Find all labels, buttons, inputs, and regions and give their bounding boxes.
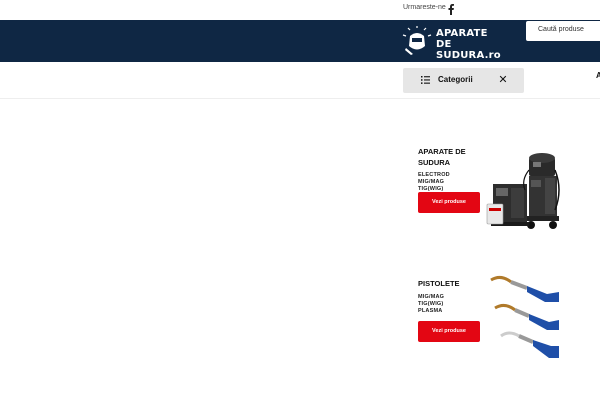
- card-subtitle-3: PLASMA: [418, 308, 443, 314]
- follow-us-label: Urmareste-ne: [403, 4, 446, 11]
- nav-bar: Categorii ✕ A: [0, 62, 600, 99]
- card-subtitle-1: ELECTROD: [418, 172, 450, 178]
- top-bar: Urmareste-ne: [0, 0, 600, 20]
- close-icon[interactable]: ✕: [497, 74, 509, 86]
- categories-label: Categorii: [438, 75, 473, 84]
- welding-torch-image[interactable]: [487, 272, 561, 367]
- logo-text-line-2: DE SUDURA.ro: [436, 39, 501, 61]
- search-input[interactable]: Caută produse: [526, 21, 600, 41]
- facebook-icon[interactable]: [447, 3, 455, 15]
- card-subtitle-2: TIG(WIG): [418, 301, 444, 307]
- view-products-button[interactable]: Vezi produse: [418, 321, 480, 342]
- card-title-line-1: PISTOLETE: [418, 279, 460, 288]
- nav-item-partial[interactable]: A: [596, 71, 600, 80]
- view-products-button[interactable]: Vezi produse: [418, 192, 480, 213]
- list-icon: [421, 76, 430, 84]
- welder-mask-icon: [402, 26, 432, 55]
- categories-button[interactable]: Categorii ✕: [403, 68, 524, 93]
- logo-text-line-1: APARATE: [436, 28, 488, 39]
- category-card-welding-machines: APARATE DE SUDURA ELECTROD MIG/MAG TIG(W…: [405, 140, 565, 250]
- site-header: APARATE DE SUDURA.ro Caută produse: [0, 20, 600, 62]
- card-subtitle-1: MIG/MAG: [418, 294, 445, 300]
- card-title-line-2: SUDURA: [418, 158, 451, 167]
- welding-machine-image[interactable]: [485, 150, 563, 232]
- card-subtitle-2: MIG/MAG: [418, 179, 445, 185]
- site-logo[interactable]: APARATE DE SUDURA.ro: [402, 26, 514, 61]
- category-card-torches: PISTOLETE MIG/MAG TIG(WIG) PLASMA Vezi p…: [405, 272, 565, 382]
